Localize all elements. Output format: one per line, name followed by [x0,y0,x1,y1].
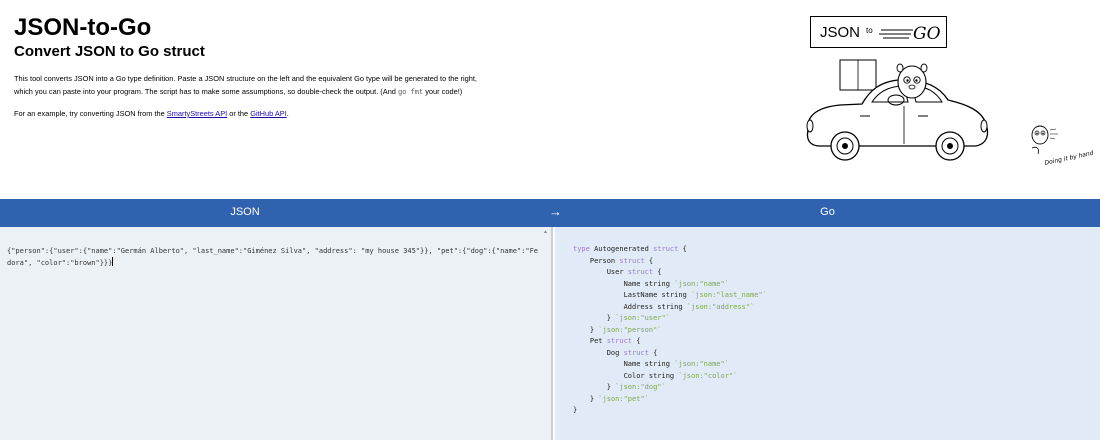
json-input-text: {"person":{"user":{"name":"Germán Albert… [7,247,539,267]
page-header: JSON-to-Go Convert JSON to Go struct Thi… [0,0,1100,199]
go-output-line: Name string `json:"name"` [573,279,729,288]
go-output-line: Person struct { [573,256,654,265]
page-title: JSON-to-Go [14,14,152,41]
intro-line-2b: your code!) [423,87,463,96]
intro-line-1: This tool converts JSON into a Go type d… [14,74,477,83]
logo-json-text: JSON [820,23,861,41]
json-pane-heading: JSON [230,206,260,218]
go-output-line: type Autogenerated struct { [573,245,687,253]
gopher-typing-illustration [1031,125,1058,155]
intro-text: This tool converts JSON into a Go type d… [14,72,574,100]
json-to-go-logo: JSON to GO [810,16,947,48]
json-input-pane: ▲ {"person":{"user":{"name":"Germán Albe… [0,227,553,440]
go-output-line: } `json:"person"` [573,325,662,334]
example-text: For an example, try converting JSON from… [14,109,289,118]
editor-header-bar: JSON → Go [0,199,1100,227]
go-output-pane: type Autogenerated struct { Person struc… [555,227,1100,440]
go-output-code[interactable]: type Autogenerated struct { Person struc… [573,244,767,417]
github-link[interactable]: GitHub API [250,109,287,118]
page-subtitle: Convert JSON to Go struct [14,43,205,60]
smartystreets-link[interactable]: SmartyStreets API [167,109,227,118]
go-output-line: Color string `json:"color"` [573,371,738,380]
intro-line-2a: which you can paste into your program. T… [14,87,398,96]
logo-go-text: GO [913,24,941,43]
text-caret [112,257,114,266]
example-suffix: . [286,109,289,118]
json-input-textarea[interactable]: {"person":{"user":{"name":"Germán Albert… [7,245,542,269]
go-output-line: } `json:"user"` [573,314,670,322]
go-output-line: Address string `json:"address"` [573,302,755,311]
go-output-line: Name string `json:"name"` [573,360,729,368]
go-fmt-code: go fmt [397,89,424,97]
scroll-up-icon[interactable]: ▲ [543,229,548,235]
go-output-line: LastName string `json:"last_name"` [573,291,767,299]
go-output-line: } [573,406,578,414]
go-output-line: Pet struct { [573,337,641,345]
go-output-line: Dog struct { [573,348,658,357]
logo-to-text: to [866,26,873,35]
gopher-driving-car-illustration [806,59,989,161]
go-output-line: } `json:"dog"` [573,383,666,391]
go-output-line: User struct { [573,268,662,276]
example-or: or the [227,109,251,118]
example-prefix: For an example, try converting JSON from… [14,109,167,118]
go-pane-heading: Go [820,206,835,218]
logo-go-lettering: GO [878,24,941,43]
go-output-line: } `json:"pet"` [573,394,649,403]
